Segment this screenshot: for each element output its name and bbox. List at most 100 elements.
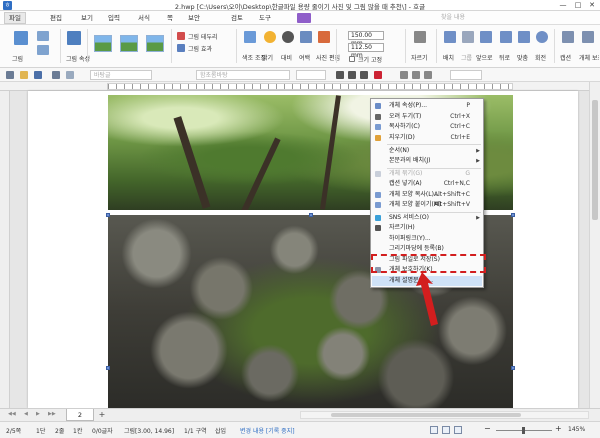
menu-format[interactable]: 서식: [138, 13, 150, 23]
menu-item-caption[interactable]: 캡션 넣기(A) Ctrl+N,C: [372, 179, 482, 189]
menu-item-label: 개체 속성(P)...: [389, 102, 428, 109]
resize-handle[interactable]: [106, 366, 110, 370]
menu-item-sns[interactable]: SNS 서비스(O) ▶: [372, 213, 482, 223]
menu-item-order[interactable]: 순서(N) ▶: [372, 146, 482, 156]
menu-item-wrap[interactable]: 본문과의 배치(J) ▶: [372, 156, 482, 166]
print-icon[interactable]: [52, 71, 60, 79]
picture-small-icon[interactable]: [37, 31, 49, 41]
align-icon[interactable]: [518, 31, 530, 43]
save-icon[interactable]: [34, 71, 42, 79]
group-icon[interactable]: [462, 31, 474, 43]
new-doc-icon[interactable]: [6, 71, 14, 79]
zoom-out-icon[interactable]: −: [484, 424, 491, 433]
vertical-scroll-thumb[interactable]: [592, 100, 598, 220]
menu-file[interactable]: 파일: [4, 12, 26, 24]
prev-tab-icon[interactable]: ◀: [24, 411, 28, 417]
normal-view-icon[interactable]: [430, 426, 438, 434]
vertical-scrollbar[interactable]: [589, 82, 600, 408]
status-insert-mode[interactable]: 삽입: [215, 426, 226, 435]
contrast-icon[interactable]: [282, 31, 294, 43]
menu-insert[interactable]: 입력: [108, 13, 120, 23]
font-size-select[interactable]: [296, 70, 326, 80]
bold-icon[interactable]: [336, 71, 344, 79]
add-tab-button[interactable]: +: [97, 410, 107, 420]
search-input[interactable]: 찾을 내용: [436, 13, 531, 23]
rotate-icon[interactable]: [536, 31, 548, 43]
open-folder-icon[interactable]: [20, 71, 28, 79]
crop-icon[interactable]: [414, 31, 426, 43]
line-spacing-select[interactable]: [450, 70, 482, 80]
arrange-icon[interactable]: [444, 31, 456, 43]
photo-edit-icon[interactable]: [318, 31, 330, 43]
picture-properties-icon[interactable]: [67, 31, 81, 45]
size-lock-checkbox[interactable]: [349, 56, 355, 62]
tab-document[interactable]: 2: [66, 409, 94, 421]
menu-item-shape-paste[interactable]: 개체 모양 붙이기(M) Alt+Shift+V: [372, 200, 482, 210]
menu-item-shape-copy[interactable]: 개체 모양 복사(L)... Alt+Shift+C: [372, 190, 482, 200]
shape-paste-icon: [375, 202, 381, 208]
font-select[interactable]: 함초롬바탕: [196, 70, 290, 80]
align-center-icon[interactable]: [412, 71, 420, 79]
menu-item-object-properties[interactable]: 개체 속성(P)... P: [372, 101, 482, 111]
align-left-icon[interactable]: [400, 71, 408, 79]
menu-page[interactable]: 쪽: [167, 13, 173, 23]
border-icon[interactable]: [177, 32, 185, 40]
caption-icon[interactable]: [562, 31, 574, 43]
zoom-slider-knob[interactable]: [522, 427, 525, 434]
preview-icon[interactable]: [66, 71, 74, 79]
resize-handle[interactable]: [309, 213, 313, 217]
formatting-toolbar: 바탕글 함초롬바탕: [0, 68, 600, 82]
menu-item-crop[interactable]: 자르기(H): [372, 223, 482, 233]
resize-handle[interactable]: [511, 213, 515, 217]
color-adjust-icon[interactable]: [244, 31, 256, 43]
margin-icon[interactable]: [300, 31, 312, 43]
horizontal-scroll-thumb[interactable]: [331, 413, 521, 417]
zoom-in-icon[interactable]: +: [555, 424, 562, 433]
picture-style-thumb[interactable]: [94, 35, 112, 52]
horizontal-scrollbar[interactable]: [300, 411, 589, 419]
minimize-button[interactable]: —: [556, 0, 570, 11]
send-backward-icon[interactable]: [500, 31, 512, 43]
page-view-icon[interactable]: [442, 426, 450, 434]
underline-icon[interactable]: [360, 71, 368, 79]
style-select[interactable]: 바탕글: [90, 70, 152, 80]
picture-small-icon[interactable]: [37, 45, 49, 55]
menu-tools[interactable]: 도구: [259, 13, 271, 23]
maximize-button[interactable]: □: [571, 0, 585, 11]
protect-icon[interactable]: [582, 31, 594, 43]
picture-icon[interactable]: [14, 31, 28, 45]
next-tab-icon[interactable]: ▶: [36, 411, 40, 417]
picture-tab[interactable]: [297, 13, 311, 23]
effect-icon[interactable]: [177, 44, 185, 52]
height-field[interactable]: 112.50 mm: [348, 43, 384, 59]
status-track-changes[interactable]: 변경 내용 [기록 중지]: [240, 426, 295, 435]
resize-handle[interactable]: [511, 366, 515, 370]
menu-view[interactable]: 보기: [81, 13, 93, 23]
italic-icon[interactable]: [348, 71, 356, 79]
close-button[interactable]: ✕: [585, 0, 599, 11]
web-view-icon[interactable]: [454, 426, 462, 434]
menu-edit[interactable]: 편집: [50, 13, 62, 23]
picture-style-thumb[interactable]: [120, 35, 138, 52]
status-page[interactable]: 2/5쪽: [6, 426, 21, 435]
menu-review[interactable]: 검토: [231, 13, 243, 23]
picture-style-thumb[interactable]: [146, 35, 164, 52]
menu-security[interactable]: 보안: [188, 13, 200, 23]
menu-item-label: 지우기(D): [389, 133, 415, 141]
menu-item-copy[interactable]: 복사하기(C) Ctrl+C: [372, 122, 482, 132]
bring-forward-icon[interactable]: [480, 31, 492, 43]
resize-handle[interactable]: [106, 213, 110, 217]
align-right-icon[interactable]: [424, 71, 432, 79]
font-color-icon[interactable]: [374, 71, 382, 79]
menu-item-delete[interactable]: 지우기(D) Ctrl+E: [372, 133, 482, 143]
last-tab-icon[interactable]: ▶▶: [48, 411, 56, 417]
menu-item-cut[interactable]: 오려 두기(T) Ctrl+X: [372, 112, 482, 122]
first-tab-icon[interactable]: ◀◀: [8, 411, 16, 417]
width-field[interactable]: 150.00 mm: [348, 31, 384, 47]
ribbon-border-label[interactable]: 그림 테두리: [188, 32, 218, 41]
zoom-level[interactable]: 145%: [568, 426, 585, 433]
ribbon-effect-label[interactable]: 그림 효과: [188, 44, 212, 53]
menu-item-hyperlink[interactable]: 하이퍼링크(Y)...: [372, 234, 482, 244]
menu-item-register-drawing[interactable]: 그리기마당에 등록(B): [372, 244, 482, 254]
brightness-icon[interactable]: [264, 31, 276, 43]
